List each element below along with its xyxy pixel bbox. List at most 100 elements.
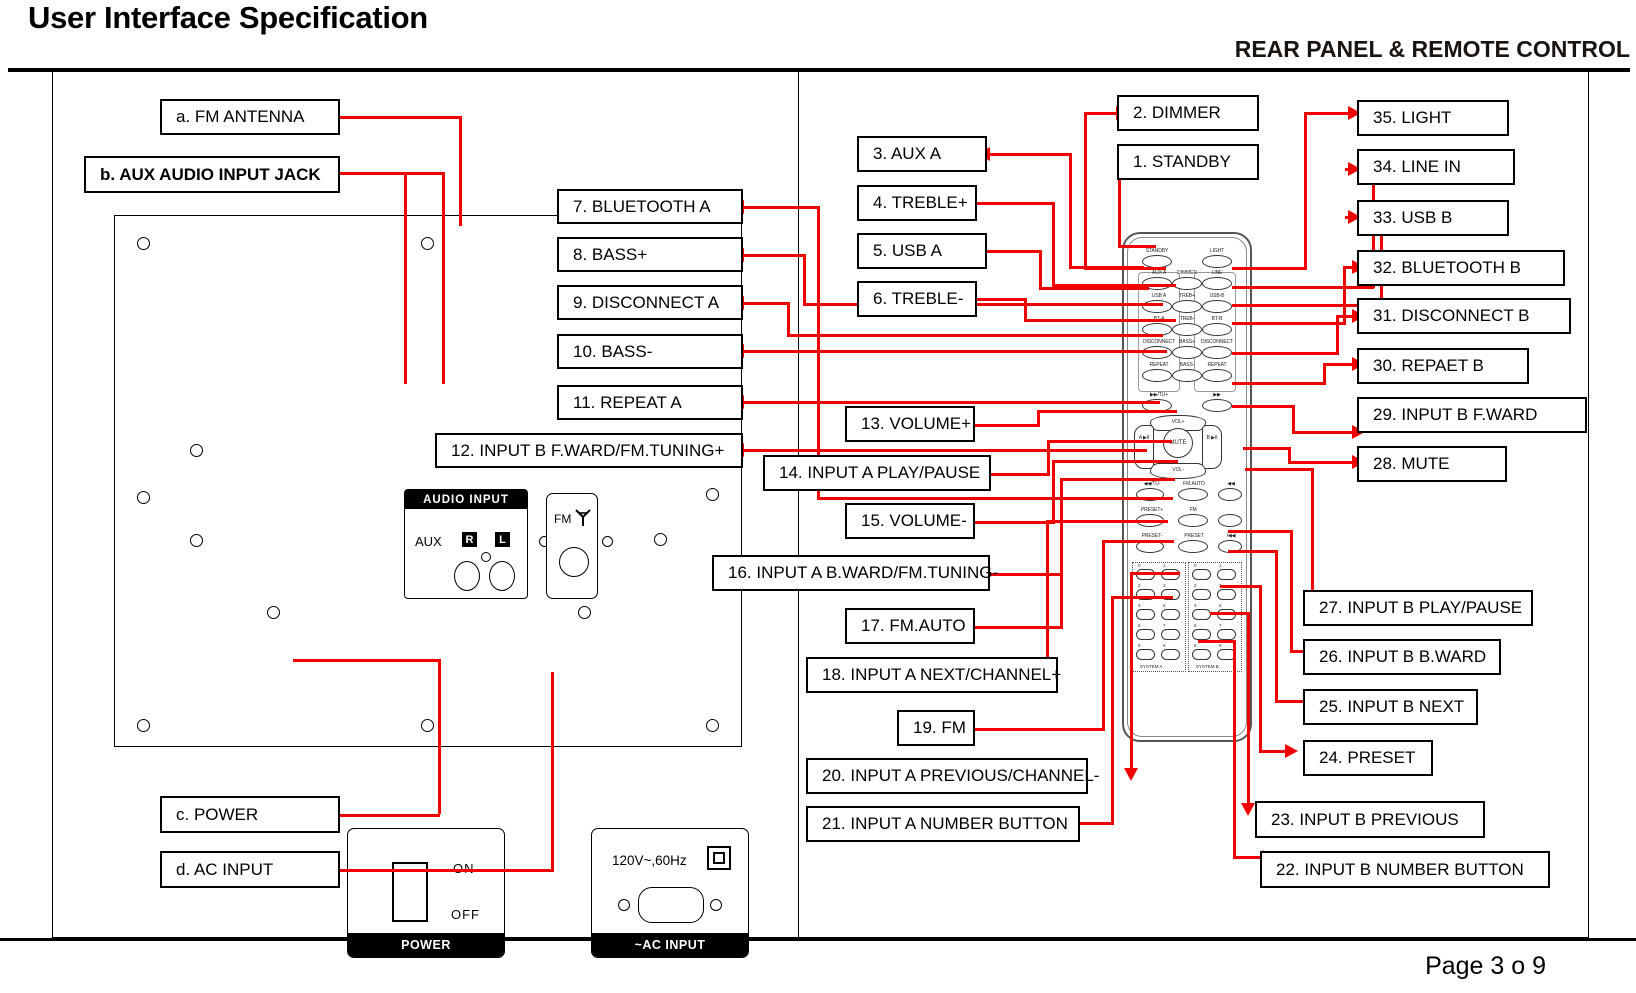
remote-fm-auto-button[interactable] [1178, 488, 1208, 501]
remote-label: VOL+ [1171, 419, 1185, 425]
numpad-b-key-4[interactable] [1192, 609, 1211, 620]
callout-34-line-in[interactable]: 34. LINE IN [1357, 149, 1515, 185]
callout-12-input-b-forward[interactable]: 12. INPUT B F.WARD/FM.TUNING+ [435, 433, 743, 468]
connector-line [1130, 572, 1133, 772]
callout-4-treble-up[interactable]: 4. TREBLE+ [857, 185, 977, 221]
callout-3-aux-a[interactable]: 3. AUX A [857, 136, 987, 172]
numpad-a-digit-label: 7 [1163, 623, 1166, 628]
remote-bass-up-button[interactable] [1172, 346, 1202, 359]
callout-20-input-a-previous[interactable]: 20. INPUT A PREVIOUS/CHANNEL- [806, 758, 1099, 794]
numpad-a-digit-label: 8 [1138, 643, 1141, 648]
remote-light-button[interactable] [1202, 255, 1232, 268]
numpad-b-key-6[interactable] [1192, 629, 1211, 640]
connector-line [1228, 530, 1293, 533]
remote-treble-down-button[interactable] [1172, 323, 1202, 336]
callout-fm-antenna[interactable]: a. FM ANTENNA [160, 99, 340, 135]
antenna-icon [575, 509, 591, 526]
remote-input-b-play-pause-button[interactable] [1202, 425, 1222, 469]
connector-line [975, 728, 1105, 731]
numpad-b-key-3[interactable] [1217, 589, 1236, 600]
connector-line [1232, 267, 1306, 270]
callout-33-usb-b[interactable]: 33. USB B [1357, 200, 1509, 236]
callout-21-input-a-number-button[interactable]: 21. INPUT A NUMBER BUTTON [806, 806, 1080, 842]
callout-16-input-a-backward[interactable]: 16. INPUT A B.WARD/FM.TUNING- [712, 555, 998, 591]
callout-power[interactable]: c. POWER [160, 796, 340, 833]
numpad-b-digit-label: 7 [1219, 623, 1222, 628]
callout-6-treble-down[interactable]: 6. TREBLE- [857, 281, 977, 317]
callout-1-standby[interactable]: 1. STANDBY [1117, 144, 1259, 180]
remote-line-button[interactable] [1202, 277, 1232, 290]
remote-repeat-a-button[interactable] [1142, 369, 1172, 382]
numpad-b-key-2[interactable] [1192, 589, 1211, 600]
callout-19-fm[interactable]: 19. FM [897, 710, 975, 746]
callout-11-repeat-a[interactable]: 11. REPEAT A [557, 385, 743, 420]
numpad-b-key-7[interactable] [1217, 629, 1236, 640]
remote-bt-b-button[interactable] [1202, 323, 1232, 336]
callout-28-mute[interactable]: 28. MUTE [1357, 446, 1507, 482]
numpad-a-digit-label: 1 [1163, 563, 1166, 568]
remote-next-b-button[interactable] [1218, 514, 1242, 527]
remote-dimmer-button[interactable] [1172, 277, 1202, 290]
callout-35-light[interactable]: 35. LIGHT [1357, 100, 1509, 136]
connector-line [459, 116, 462, 226]
remote-forward-b-button[interactable] [1202, 399, 1232, 412]
remote-mute-button[interactable]: MUTE [1163, 428, 1193, 458]
callout-14-input-a-play-pause[interactable]: 14. INPUT A PLAY/PAUSE [763, 455, 991, 491]
remote-label: B ▶II [1206, 435, 1218, 441]
callout-8-bass-up[interactable]: 8. BASS+ [557, 237, 743, 272]
remote-usb-a-button[interactable] [1142, 300, 1172, 313]
numpad-b-key-1[interactable] [1217, 569, 1236, 580]
numpad-b-key-8[interactable] [1192, 649, 1211, 660]
numpad-b-digit-label: 4 [1194, 603, 1197, 608]
remote-bass-down-button[interactable] [1172, 369, 1202, 382]
remote-fm-button[interactable] [1178, 514, 1208, 527]
right-channel-chip: R [462, 532, 477, 547]
numpad-b-digit-label: 1 [1219, 563, 1222, 568]
callout-7-bluetooth-a[interactable]: 7. BLUETOOTH A [557, 189, 743, 224]
callout-25-input-b-next[interactable]: 25. INPUT B NEXT [1303, 689, 1478, 725]
numpad-b-key-0[interactable] [1192, 569, 1211, 580]
callout-24-preset[interactable]: 24. PRESET [1303, 740, 1433, 776]
remote-usb-b-button[interactable] [1202, 300, 1232, 313]
connector-line [787, 334, 1163, 337]
remote-label: PRESET+ [1140, 507, 1164, 513]
callout-23-input-b-previous[interactable]: 23. INPUT B PREVIOUS [1255, 801, 1485, 838]
numpad-a-key-5[interactable] [1161, 609, 1180, 620]
numpad-a-key-8[interactable] [1136, 649, 1155, 660]
numpad-a-key-4[interactable] [1136, 609, 1155, 620]
callout-15-volume-down[interactable]: 15. VOLUME- [845, 503, 975, 539]
callout-5-usb-a[interactable]: 5. USB A [857, 233, 987, 269]
connector-line [1084, 112, 1087, 270]
callout-17-fm-auto[interactable]: 17. FM.AUTO [845, 608, 975, 644]
callout-ac-input[interactable]: d. AC INPUT [160, 851, 340, 888]
remote-label: FM [1189, 507, 1197, 513]
connector-line [330, 116, 461, 119]
numpad-a-key-9[interactable] [1161, 649, 1180, 660]
numpad-a-key-7[interactable] [1161, 629, 1180, 640]
callout-aux-audio-input-jack[interactable]: b. AUX AUDIO INPUT JACK [84, 156, 340, 193]
remote-preset-button[interactable] [1178, 540, 1208, 553]
connector-line [1037, 410, 1177, 413]
callout-30-repeat-b[interactable]: 30. REPAET B [1357, 348, 1529, 384]
callout-31-disconnect-b[interactable]: 31. DISCONNECT B [1357, 298, 1571, 334]
callout-2-dimmer[interactable]: 2. DIMMER [1117, 95, 1259, 131]
callout-27-input-b-play-pause[interactable]: 27. INPUT B PLAY/PAUSE [1303, 590, 1533, 626]
callout-18-input-a-next[interactable]: 18. INPUT A NEXT/CHANNEL+ [806, 657, 1061, 693]
remote-disconnect-b-button[interactable] [1202, 346, 1232, 359]
callout-13-volume-up[interactable]: 13. VOLUME+ [845, 406, 975, 442]
connector-line [1024, 319, 1176, 322]
numpad-a-key-6[interactable] [1136, 629, 1155, 640]
callout-10-bass-down[interactable]: 10. BASS- [557, 334, 743, 369]
callout-29-input-b-forward[interactable]: 29. INPUT B F.WARD [1357, 397, 1587, 433]
connector-line [744, 401, 1160, 404]
connector-line [1232, 286, 1374, 289]
mounting-hole [706, 488, 719, 501]
callout-9-disconnect-a[interactable]: 9. DISCONNECT A [557, 285, 743, 320]
callout-22-input-b-number-button[interactable]: 22. INPUT B NUMBER BUTTON [1260, 851, 1550, 888]
remote-repeat-b-button[interactable] [1202, 369, 1232, 382]
remote-treble-up-button[interactable] [1172, 300, 1202, 313]
callout-26-input-b-backward[interactable]: 26. INPUT B B.WARD [1303, 639, 1501, 675]
connector-line [438, 659, 441, 814]
callout-32-bluetooth-b[interactable]: 32. BLUETOOTH B [1357, 250, 1565, 286]
remote-rewind-b-button[interactable] [1218, 488, 1242, 501]
